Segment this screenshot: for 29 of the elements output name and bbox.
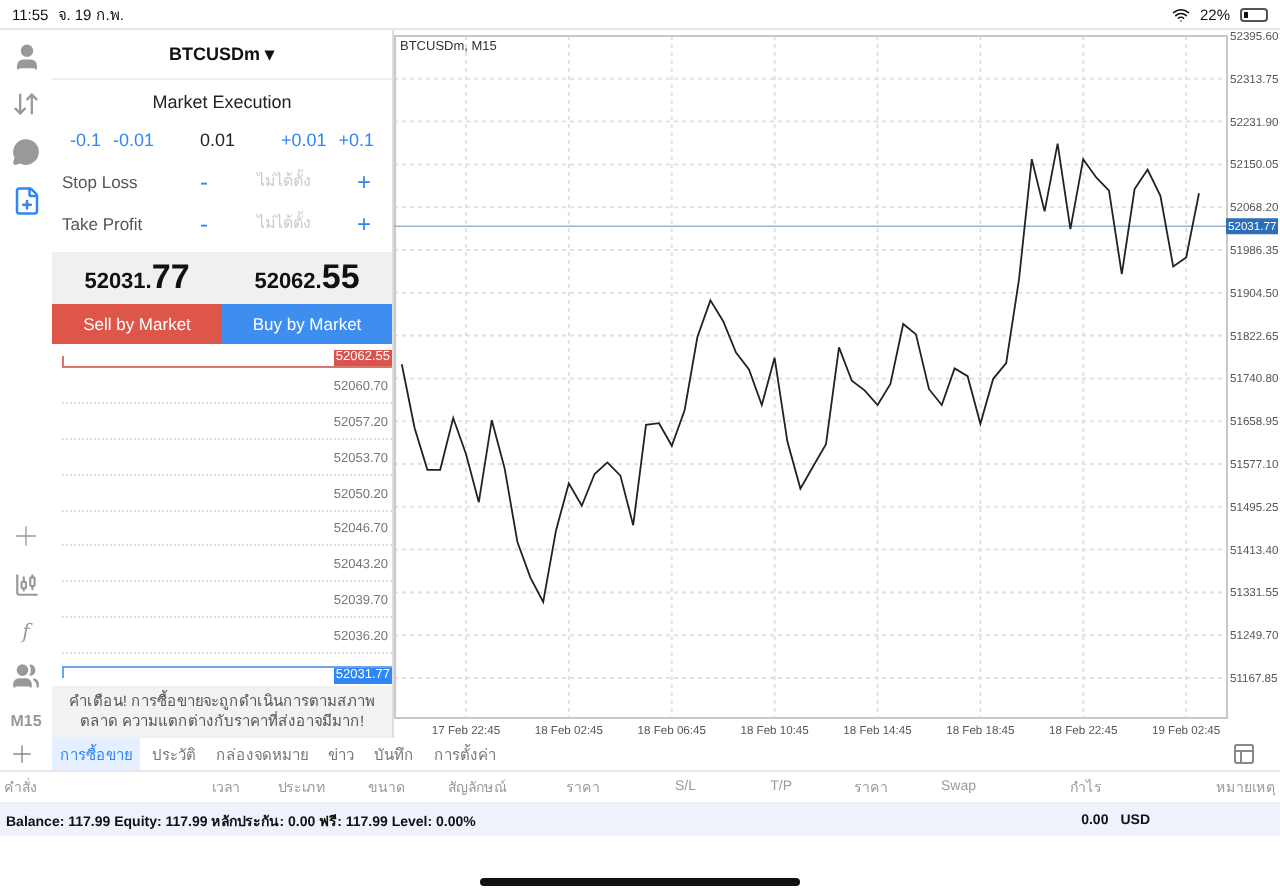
increase-button[interactable]: + xyxy=(346,167,382,195)
sell-button[interactable]: Sell by Market xyxy=(52,304,222,344)
ask-price: 52062.55 xyxy=(252,258,362,298)
person-icon xyxy=(11,41,41,71)
stop-label: Take Profit xyxy=(62,213,145,233)
plus-icon xyxy=(8,740,36,768)
battery-icon xyxy=(1240,7,1268,21)
layout-icon xyxy=(1232,742,1256,766)
volume-step[interactable]: -0.01 xyxy=(107,130,161,150)
crosshair-icon xyxy=(10,520,42,552)
candles-icon xyxy=(13,571,39,597)
decrease-button[interactable]: - xyxy=(186,167,222,195)
execution-type: Market Execution xyxy=(150,90,294,116)
timeframe-button[interactable]: M15 xyxy=(10,702,42,738)
decrease-button[interactable]: - xyxy=(186,209,222,237)
volume-step[interactable]: -0.1 xyxy=(64,130,108,150)
increase-button[interactable]: + xyxy=(346,209,382,237)
volume-value[interactable]: 0.01 xyxy=(160,130,275,150)
buy-button[interactable]: Buy by Market xyxy=(222,304,392,344)
arrows-icon xyxy=(12,90,40,118)
bid-price: 52031.77 xyxy=(82,258,192,298)
volume-step[interactable]: +0.01 xyxy=(274,130,333,150)
chat-icon xyxy=(12,138,40,166)
wifi-icon xyxy=(1171,5,1190,23)
volume-step[interactable]: +0.1 xyxy=(332,130,380,150)
stop-label: Stop Loss xyxy=(62,171,140,191)
document-plus-icon xyxy=(11,185,41,215)
people-icon xyxy=(12,662,40,690)
indicators-button[interactable]: f xyxy=(22,610,30,654)
